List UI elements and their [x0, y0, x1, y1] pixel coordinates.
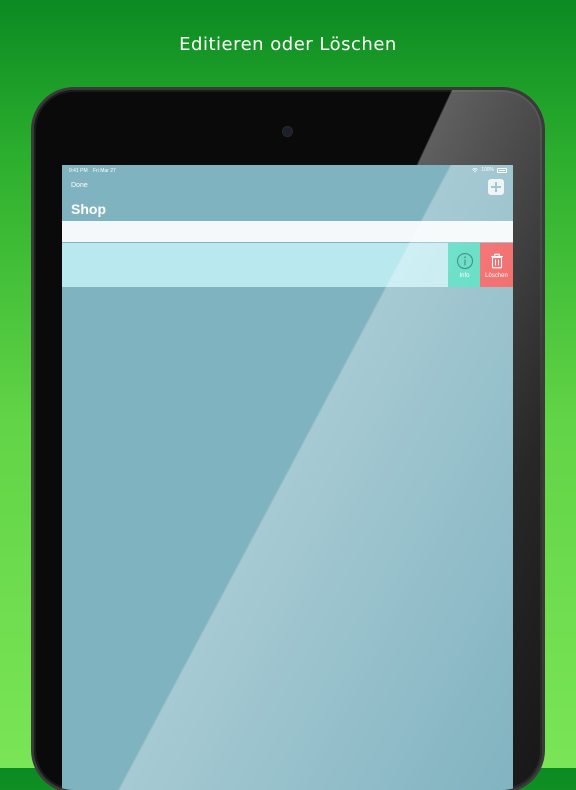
- app-screen: 9:41 PM Fri Mar 27 100% Done Shop Info L…: [62, 165, 513, 790]
- info-icon: [456, 252, 473, 269]
- promo-headline: Editieren oder Löschen: [179, 34, 397, 55]
- plus-icon[interactable]: [488, 179, 504, 195]
- info-label: Info: [459, 272, 470, 279]
- info-button[interactable]: Info: [448, 243, 481, 287]
- delete-button[interactable]: Löschen: [480, 243, 513, 287]
- list-item[interactable]: Info Löschen: [62, 243, 513, 287]
- ipad-frame: 9:41 PM Fri Mar 27 100% Done Shop Info L…: [34, 90, 542, 790]
- search-input[interactable]: [62, 221, 513, 242]
- wifi-icon: [472, 167, 479, 172]
- trash-icon: [490, 253, 503, 268]
- page-title: Shop: [71, 201, 106, 217]
- camera-icon: [283, 127, 292, 136]
- list-item-content[interactable]: [62, 243, 448, 287]
- done-button[interactable]: Done: [71, 182, 88, 189]
- battery-percent: 100%: [481, 167, 494, 173]
- status-date: Fri Mar 27: [93, 168, 116, 174]
- delete-label: Löschen: [485, 272, 508, 279]
- status-bar: 9:41 PM Fri Mar 27 100%: [62, 165, 513, 179]
- status-indicators: 100%: [472, 167, 507, 173]
- status-time: 9:41 PM: [69, 168, 88, 174]
- battery-icon: [497, 167, 507, 173]
